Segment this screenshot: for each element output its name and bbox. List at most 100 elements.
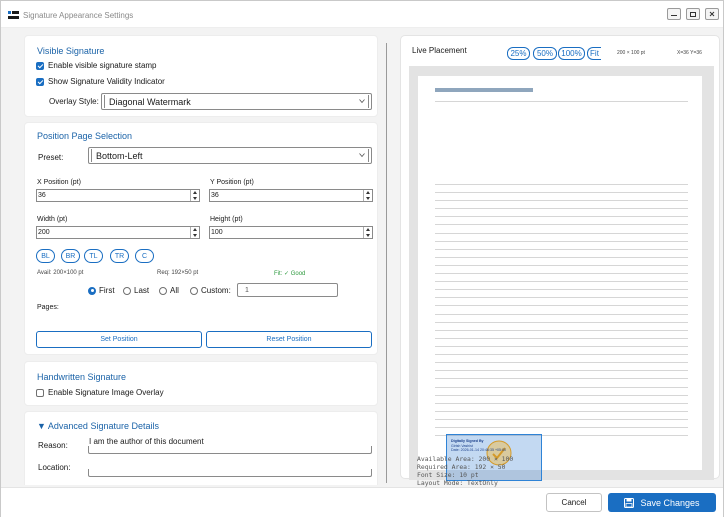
zoom-50-button[interactable]: 50% xyxy=(533,47,557,60)
minimize-icon[interactable] xyxy=(667,8,681,20)
pages-custom-label: Custom: xyxy=(201,286,231,295)
page-text-line xyxy=(435,346,688,347)
set-position-button[interactable]: Set Position xyxy=(36,331,202,348)
settings-scroll-panel[interactable]: Visible Signature Enable visible signatu… xyxy=(24,35,380,485)
checkbox-icon xyxy=(36,388,44,397)
live-placement-panel: Live Placement 25% 50% 100% Fit 200 × 10… xyxy=(400,35,720,487)
chevron-down-icon xyxy=(359,99,365,104)
radio-selected-icon xyxy=(88,286,96,295)
cancel-button[interactable]: Cancel xyxy=(546,493,602,512)
handwritten-card: Handwritten Signature Enable Signature I… xyxy=(24,361,378,406)
preset-c-button[interactable]: C xyxy=(135,249,154,263)
page-text-line xyxy=(435,281,688,282)
preset-tl-button[interactable]: TL xyxy=(84,249,103,263)
preset-bl-button[interactable]: BL xyxy=(36,249,55,263)
x-position-stepper[interactable]: 36 xyxy=(36,189,200,202)
restore-icon[interactable] xyxy=(686,8,700,20)
page-text-line xyxy=(435,265,688,266)
preset-select[interactable]: Bottom-Left xyxy=(88,147,372,164)
page-text-line xyxy=(435,354,688,355)
location-label: Location: xyxy=(38,463,71,472)
zoom-100-button[interactable]: 100% xyxy=(558,47,585,60)
reason-value: I am the author of this document xyxy=(89,437,204,446)
pages-last-radio[interactable]: Last xyxy=(123,286,149,295)
radio-icon xyxy=(190,286,198,295)
page-text-line xyxy=(435,192,688,193)
height-stepper[interactable]: 100 xyxy=(209,226,373,239)
info-line-3: Font Size: 10 pt xyxy=(417,471,479,479)
y-position-value: 36 xyxy=(211,192,219,199)
page-text-line xyxy=(435,362,688,363)
overlay-style-select[interactable]: Diagonal Watermark xyxy=(101,93,372,110)
width-value: 200 xyxy=(38,229,50,236)
preset-value: Bottom-Left xyxy=(96,151,143,161)
stepper-arrows-icon[interactable] xyxy=(363,190,372,201)
close-icon[interactable] xyxy=(705,8,719,20)
enable-image-overlay-checkbox[interactable]: Enable Signature Image Overlay xyxy=(36,388,164,397)
pages-first-radio[interactable]: First xyxy=(88,286,115,295)
stepper-arrows-icon[interactable] xyxy=(190,190,199,201)
x-position-value: 36 xyxy=(38,192,46,199)
save-changes-button[interactable]: Save Changes xyxy=(608,493,716,512)
preset-tr-button[interactable]: TR xyxy=(110,249,129,263)
page-text-line xyxy=(435,378,688,379)
overlay-style-value: Diagonal Watermark xyxy=(109,97,191,107)
page-text-line xyxy=(435,403,688,404)
page-text-line xyxy=(435,224,688,225)
pages-all-radio[interactable]: All xyxy=(159,286,179,295)
pages-custom-radio[interactable]: Custom: xyxy=(190,286,231,295)
enable-stamp-checkbox[interactable]: Enable visible signature stamp xyxy=(36,61,157,70)
coords-readout: X=36 Y=36 xyxy=(677,50,702,56)
stepper-arrows-icon[interactable] xyxy=(363,227,372,238)
available-area-text: Avail: 200×100 pt xyxy=(37,270,84,276)
preview-canvas[interactable]: Digitally Signed By Girish Vashist Date:… xyxy=(409,66,714,487)
custom-pages-input[interactable]: 1 xyxy=(237,283,338,297)
zoom-fit-button[interactable]: Fit xyxy=(587,47,601,60)
show-validity-checkbox[interactable]: Show Signature Validity Indicator xyxy=(36,77,165,86)
preset-br-button[interactable]: BR xyxy=(61,249,80,263)
page-text-line xyxy=(435,338,688,339)
page-text-line xyxy=(435,314,688,315)
settings-window: Signature Appearance Settings Visible Si… xyxy=(0,0,724,517)
radio-icon xyxy=(159,286,167,295)
chevron-down-icon xyxy=(359,153,365,158)
zoom-25-button[interactable]: 25% xyxy=(507,47,530,60)
required-area-text: Req: 192×50 pt xyxy=(157,270,199,276)
visible-signature-title: Visible Signature xyxy=(37,46,105,56)
stepper-arrows-icon[interactable] xyxy=(190,227,199,238)
show-validity-check-icon xyxy=(36,77,44,86)
y-position-stepper[interactable]: 36 xyxy=(209,189,373,202)
enable-stamp-check-icon xyxy=(36,61,44,70)
width-stepper[interactable]: 200 xyxy=(36,226,200,239)
preset-label: Preset: xyxy=(38,153,64,162)
page-text-line xyxy=(435,241,688,242)
show-validity-label: Show Signature Validity Indicator xyxy=(48,77,165,86)
enable-image-overlay-label: Enable Signature Image Overlay xyxy=(48,388,164,397)
location-input[interactable] xyxy=(88,469,372,477)
reset-position-button[interactable]: Reset Position xyxy=(206,331,372,348)
pane-splitter[interactable] xyxy=(386,43,387,483)
window-controls xyxy=(667,8,719,20)
page-text-line xyxy=(435,208,688,209)
title-bar: Signature Appearance Settings xyxy=(1,1,723,28)
page-text-line xyxy=(435,395,688,396)
pages-label: Pages: xyxy=(37,304,59,311)
advanced-title[interactable]: ▼ Advanced Signature Details xyxy=(37,421,159,431)
pages-all-label: All xyxy=(170,286,179,295)
page-text-line xyxy=(435,200,688,201)
signature-line-3: Date: 2026-01-14 20:46:35 +05:00 xyxy=(451,448,507,452)
page-text-line xyxy=(435,427,688,428)
position-card: Position Page Selection Preset: Bottom-L… xyxy=(24,122,378,355)
height-value: 100 xyxy=(211,229,223,236)
fit-status-text: Fit: ✓ Good xyxy=(274,271,306,277)
pages-last-label: Last xyxy=(134,286,150,295)
page-text-line xyxy=(435,273,688,274)
info-line-2: Required Area: 192 × 50 xyxy=(417,463,506,471)
reason-input[interactable] xyxy=(88,446,372,454)
page-text-line xyxy=(435,322,688,323)
save-changes-label: Save Changes xyxy=(640,497,700,508)
page-text-line xyxy=(435,387,688,388)
dialog-footer: Cancel Save Changes xyxy=(1,487,723,517)
page-text-line xyxy=(435,419,688,420)
size-readout: 200 × 100 pt xyxy=(617,50,645,56)
